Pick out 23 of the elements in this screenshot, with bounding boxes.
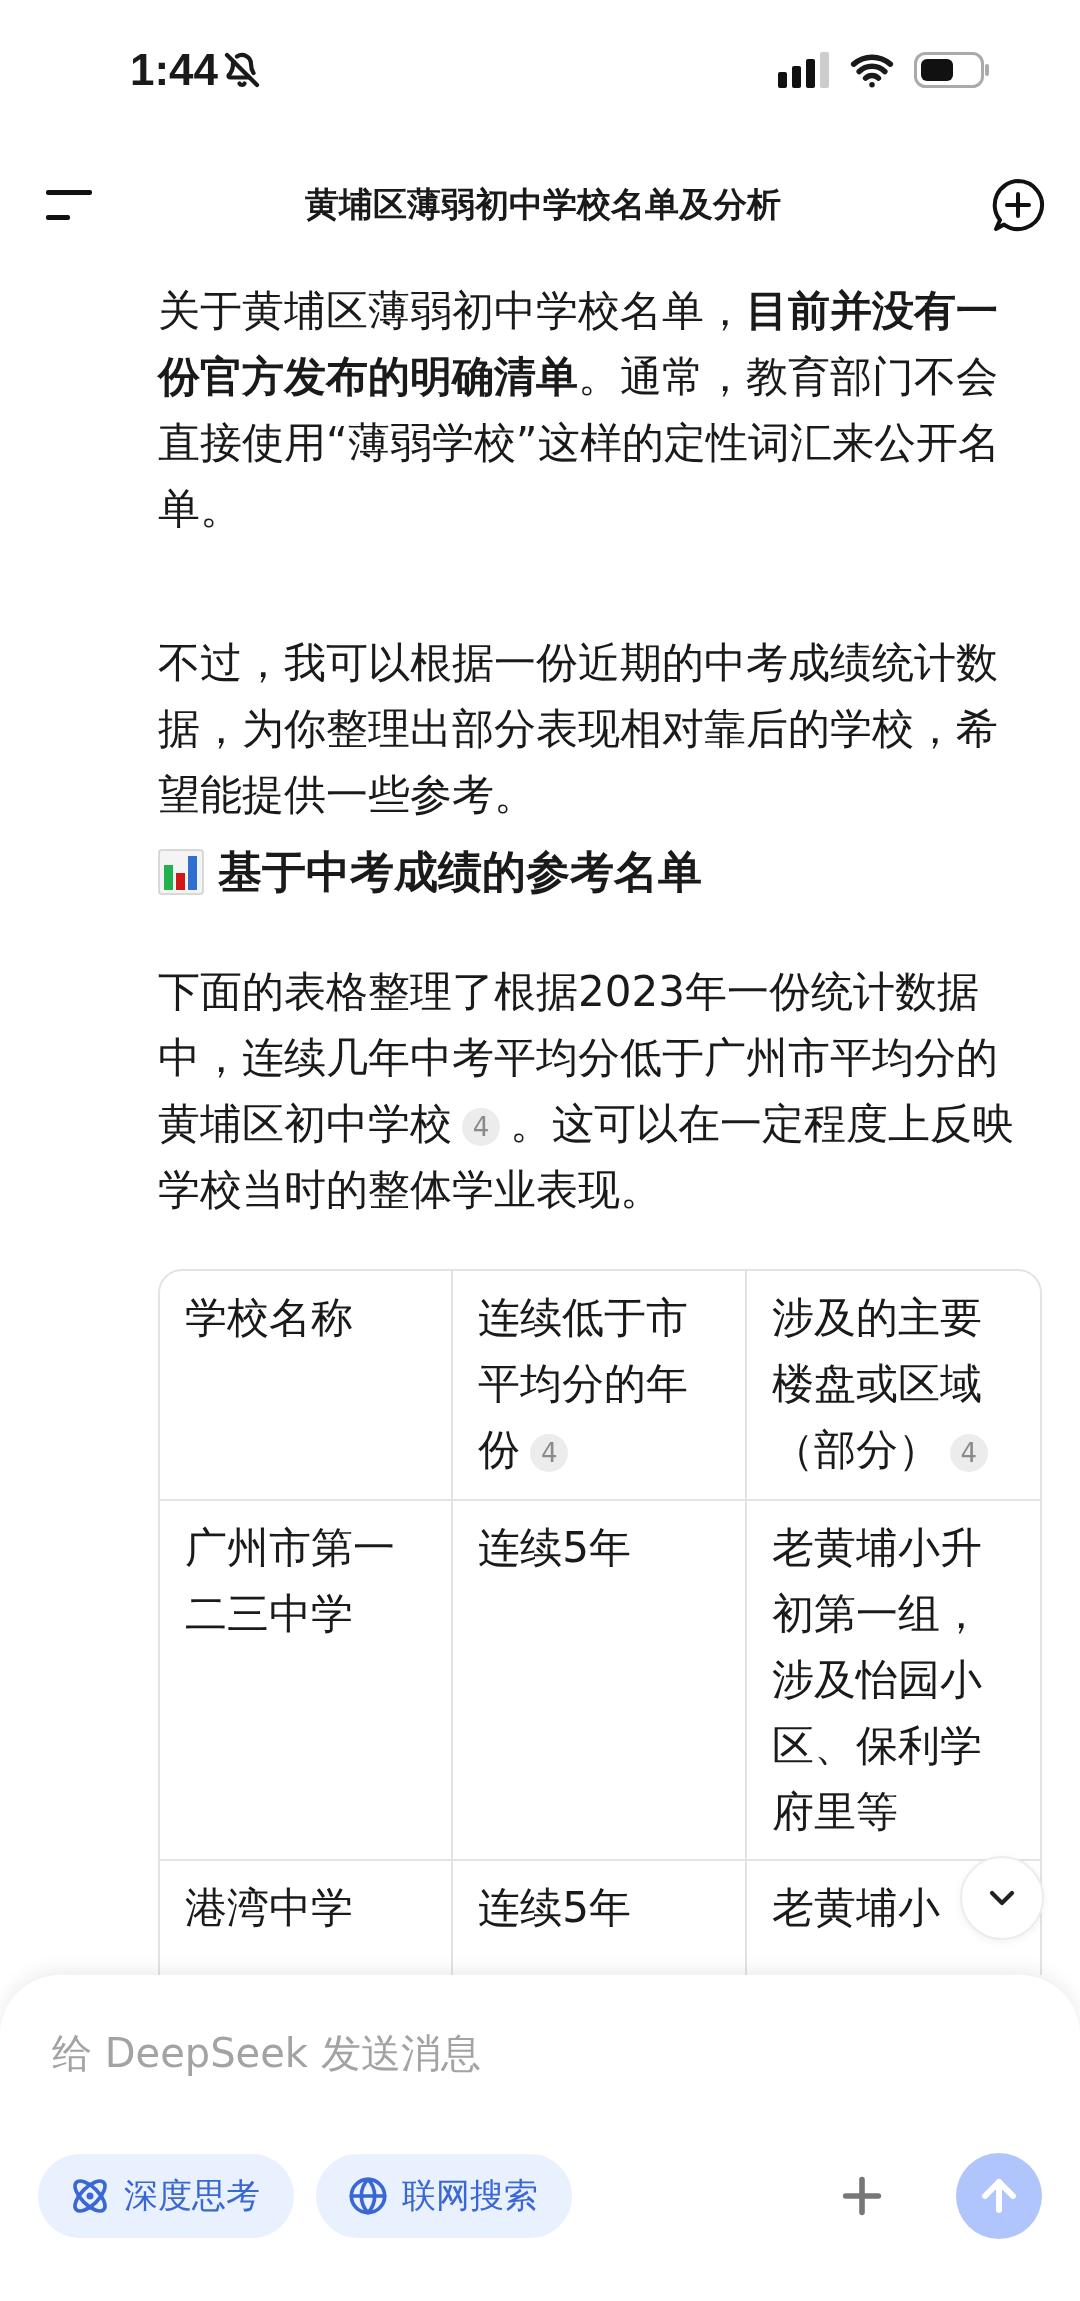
deep-think-toggle[interactable]: 深度思考 (38, 2154, 294, 2238)
message-paragraph: 下面的表格整理了根据2023年一份统计数据中，连续几年中考平均分低于广州市平均分的黄埔区初中学校 4 。这可以在一定程度上反映学校当时的整体学业表现。 (158, 966, 1015, 1216)
bar-chart-icon (158, 849, 204, 895)
table-header-cell: 涉及的主要楼盘或区域（部分） 4 (746, 1271, 1040, 1501)
bell-off-icon (224, 52, 261, 88)
message-paragraph: 不过，我可以根据一份近期的中考成绩统计数据，为你整理出部分表现相对靠后的学校，希望能提供一些参考。 (158, 637, 999, 821)
globe-icon (348, 2176, 388, 2216)
citation-badge[interactable]: 4 (530, 1433, 569, 1472)
table-header-cell: 学校名称 (160, 1271, 454, 1501)
chat-title: 黄埔区薄弱初中学校名单及分析 (305, 183, 781, 226)
citation-badge[interactable]: 4 (462, 1107, 500, 1146)
battery-icon (914, 52, 990, 88)
message-paragraph: 关于黄埔区薄弱初中学校名单，目前并没有一份官方发布的明确清单。通常，教育部门不会直接使用“薄弱学校”这样的定性词汇来公开名单。 (158, 285, 1001, 535)
message-input[interactable]: 给 DeepSeek 发送消息 (38, 2023, 1042, 2083)
atom-icon (70, 2176, 110, 2216)
table-cell: 连续5年 (453, 1501, 747, 1861)
citation-badge[interactable]: 4 (949, 1433, 988, 1472)
signal-icon (778, 52, 830, 88)
section-heading: 基于中考成绩的参考名单 (218, 844, 702, 899)
web-search-toggle[interactable]: 联网搜索 (316, 2154, 572, 2238)
table-cell: 广州市第一二三中学 (160, 1501, 454, 1861)
status-time: 1:44 (130, 45, 219, 95)
table-header-cell: 连续低于市平均分的年份 4 (453, 1271, 747, 1501)
